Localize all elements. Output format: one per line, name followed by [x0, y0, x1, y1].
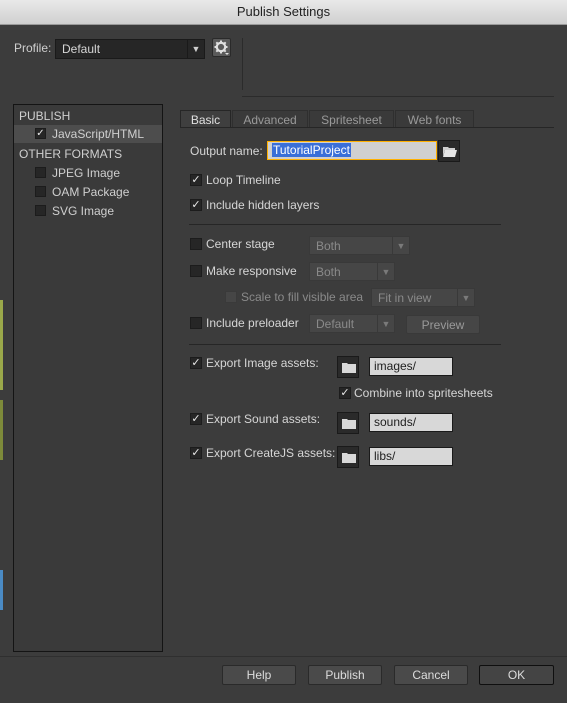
scale-to-fill-label: Scale to fill visible area: [241, 290, 364, 304]
tab-basic[interactable]: Basic: [180, 110, 231, 128]
sound-folder-button[interactable]: [337, 412, 359, 434]
format-item-javascript-html[interactable]: ✓ JavaScript/HTML: [14, 125, 162, 143]
format-item-svg[interactable]: SVG Image: [14, 202, 162, 220]
tab-web-fonts[interactable]: Web fonts: [395, 110, 474, 128]
combine-spritesheets-label: Combine into spritesheets: [354, 386, 493, 400]
tab-advanced[interactable]: Advanced: [232, 110, 308, 128]
createjs-path-value: libs/: [374, 449, 396, 463]
format-list-panel: PUBLISH ✓ JavaScript/HTML OTHER FORMATS …: [13, 104, 163, 652]
help-button[interactable]: Help: [222, 665, 296, 685]
chevron-down-icon: ▼: [377, 263, 394, 280]
output-name-input[interactable]: TutorialProject: [267, 141, 437, 160]
make-responsive-value: Both: [316, 265, 341, 279]
folder-icon: [342, 419, 356, 429]
format-item-label: OAM Package: [52, 185, 130, 199]
combine-spritesheets-checkbox[interactable]: ✓: [339, 387, 351, 399]
include-hidden-layers-label: Include hidden layers: [206, 198, 320, 212]
make-responsive-dropdown[interactable]: Both ▼: [309, 262, 395, 281]
window-title-bar: Publish Settings: [0, 0, 567, 25]
make-responsive-label: Make responsive: [206, 264, 297, 278]
section-divider: [189, 344, 501, 345]
export-sound-label: Export Sound assets:: [206, 412, 321, 426]
folder-icon: [342, 363, 356, 373]
output-name-value: TutorialProject: [272, 143, 351, 157]
profile-options-button[interactable]: [212, 38, 231, 57]
format-checkbox-oam[interactable]: [35, 186, 46, 197]
format-checkbox-jpeg[interactable]: [35, 167, 46, 178]
export-createjs-label: Export CreateJS assets:: [206, 446, 336, 460]
createjs-folder-button[interactable]: [337, 446, 359, 468]
tab-underline: [180, 127, 554, 128]
tab-spritesheet[interactable]: Spritesheet: [309, 110, 394, 128]
loop-timeline-checkbox[interactable]: ✓: [190, 174, 202, 186]
export-createjs-checkbox[interactable]: ✓: [190, 447, 202, 459]
loop-timeline-label: Loop Timeline: [206, 173, 281, 187]
format-item-jpeg[interactable]: JPEG Image: [14, 164, 162, 182]
format-item-label: SVG Image: [52, 204, 115, 218]
background-edge: [0, 400, 3, 460]
format-item-label: JPEG Image: [52, 166, 121, 180]
chevron-down-icon: ▼: [187, 40, 204, 58]
window-title: Publish Settings: [236, 4, 331, 19]
chevron-down-icon: ▼: [377, 315, 394, 332]
section-divider: [189, 224, 501, 225]
header-divider: [242, 96, 554, 97]
scale-to-fill-dropdown[interactable]: Fit in view ▼: [371, 288, 475, 307]
export-sound-checkbox[interactable]: ✓: [190, 413, 202, 425]
image-folder-button[interactable]: [337, 356, 359, 378]
profile-label: Profile:: [14, 41, 52, 55]
publish-button[interactable]: Publish: [308, 665, 382, 685]
header-separator: [242, 38, 243, 90]
image-path-input[interactable]: images/: [369, 357, 453, 376]
other-formats-section-header: OTHER FORMATS: [19, 147, 123, 161]
profile-value: Default: [62, 42, 101, 56]
chevron-down-icon: ▼: [457, 289, 474, 306]
folder-icon: [342, 453, 356, 463]
output-name-label: Output name:: [190, 144, 263, 158]
format-item-oam[interactable]: OAM Package: [14, 183, 162, 201]
include-preloader-label: Include preloader: [206, 316, 299, 330]
background-edge: [0, 570, 3, 610]
image-path-value: images/: [374, 359, 417, 373]
format-checkbox-javascript-html[interactable]: ✓: [35, 128, 46, 139]
publish-section-header: PUBLISH: [19, 109, 71, 123]
preview-button[interactable]: Preview: [406, 315, 480, 334]
footer-divider: [0, 656, 567, 657]
sound-path-input[interactable]: sounds/: [369, 413, 453, 432]
scale-to-fill-checkbox[interactable]: [225, 291, 237, 303]
createjs-path-input[interactable]: libs/: [369, 447, 453, 466]
center-stage-label: Center stage: [206, 237, 275, 251]
include-preloader-value: Default: [316, 317, 355, 331]
make-responsive-checkbox[interactable]: [190, 265, 202, 277]
chevron-down-icon: ▼: [392, 237, 409, 254]
include-preloader-checkbox[interactable]: [190, 317, 202, 329]
include-hidden-layers-checkbox[interactable]: ✓: [190, 199, 202, 211]
gear-icon: [214, 40, 229, 55]
scale-to-fill-value: Fit in view: [378, 291, 432, 305]
include-preloader-dropdown[interactable]: Default ▼: [309, 314, 395, 333]
center-stage-dropdown[interactable]: Both ▼: [309, 236, 410, 255]
export-image-label: Export Image assets:: [206, 356, 319, 370]
center-stage-checkbox[interactable]: [190, 238, 202, 250]
open-folder-icon: [443, 147, 457, 157]
profile-dropdown[interactable]: Default ▼: [55, 39, 205, 59]
format-item-label: JavaScript/HTML: [52, 127, 145, 141]
cancel-button[interactable]: Cancel: [394, 665, 468, 685]
format-checkbox-svg[interactable]: [35, 205, 46, 216]
ok-button[interactable]: OK: [479, 665, 554, 685]
export-image-checkbox[interactable]: ✓: [190, 357, 202, 369]
output-folder-button[interactable]: [438, 140, 460, 162]
sound-path-value: sounds/: [374, 415, 417, 429]
background-edge: [0, 300, 3, 390]
center-stage-value: Both: [316, 239, 341, 253]
